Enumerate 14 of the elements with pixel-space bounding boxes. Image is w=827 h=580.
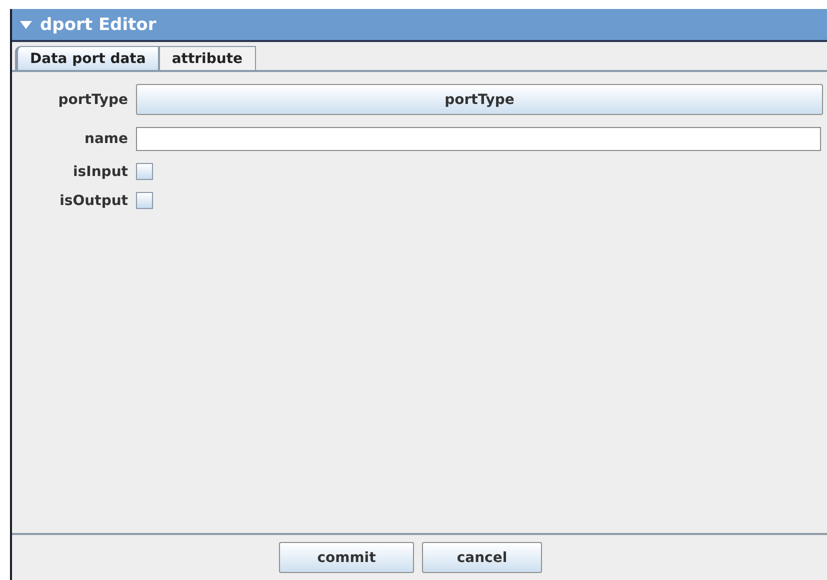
port-type-button[interactable]: portType <box>136 84 823 115</box>
field-label: portType <box>57 92 128 108</box>
field-label: isInput <box>72 164 128 180</box>
checkbox[interactable] <box>136 163 153 180</box>
field-label: isOutput <box>58 192 128 208</box>
name-field[interactable] <box>136 127 821 151</box>
dialog-button[interactable]: commit <box>279 542 414 573</box>
checkbox[interactable] <box>136 192 153 209</box>
collapse-icon[interactable] <box>20 20 32 28</box>
window-title: dport Editor <box>40 14 156 34</box>
tab[interactable]: attribute <box>158 46 256 70</box>
tab[interactable]: Data port data <box>15 46 159 70</box>
dialog-button[interactable]: cancel <box>422 542 542 573</box>
field-label: name <box>84 131 128 147</box>
